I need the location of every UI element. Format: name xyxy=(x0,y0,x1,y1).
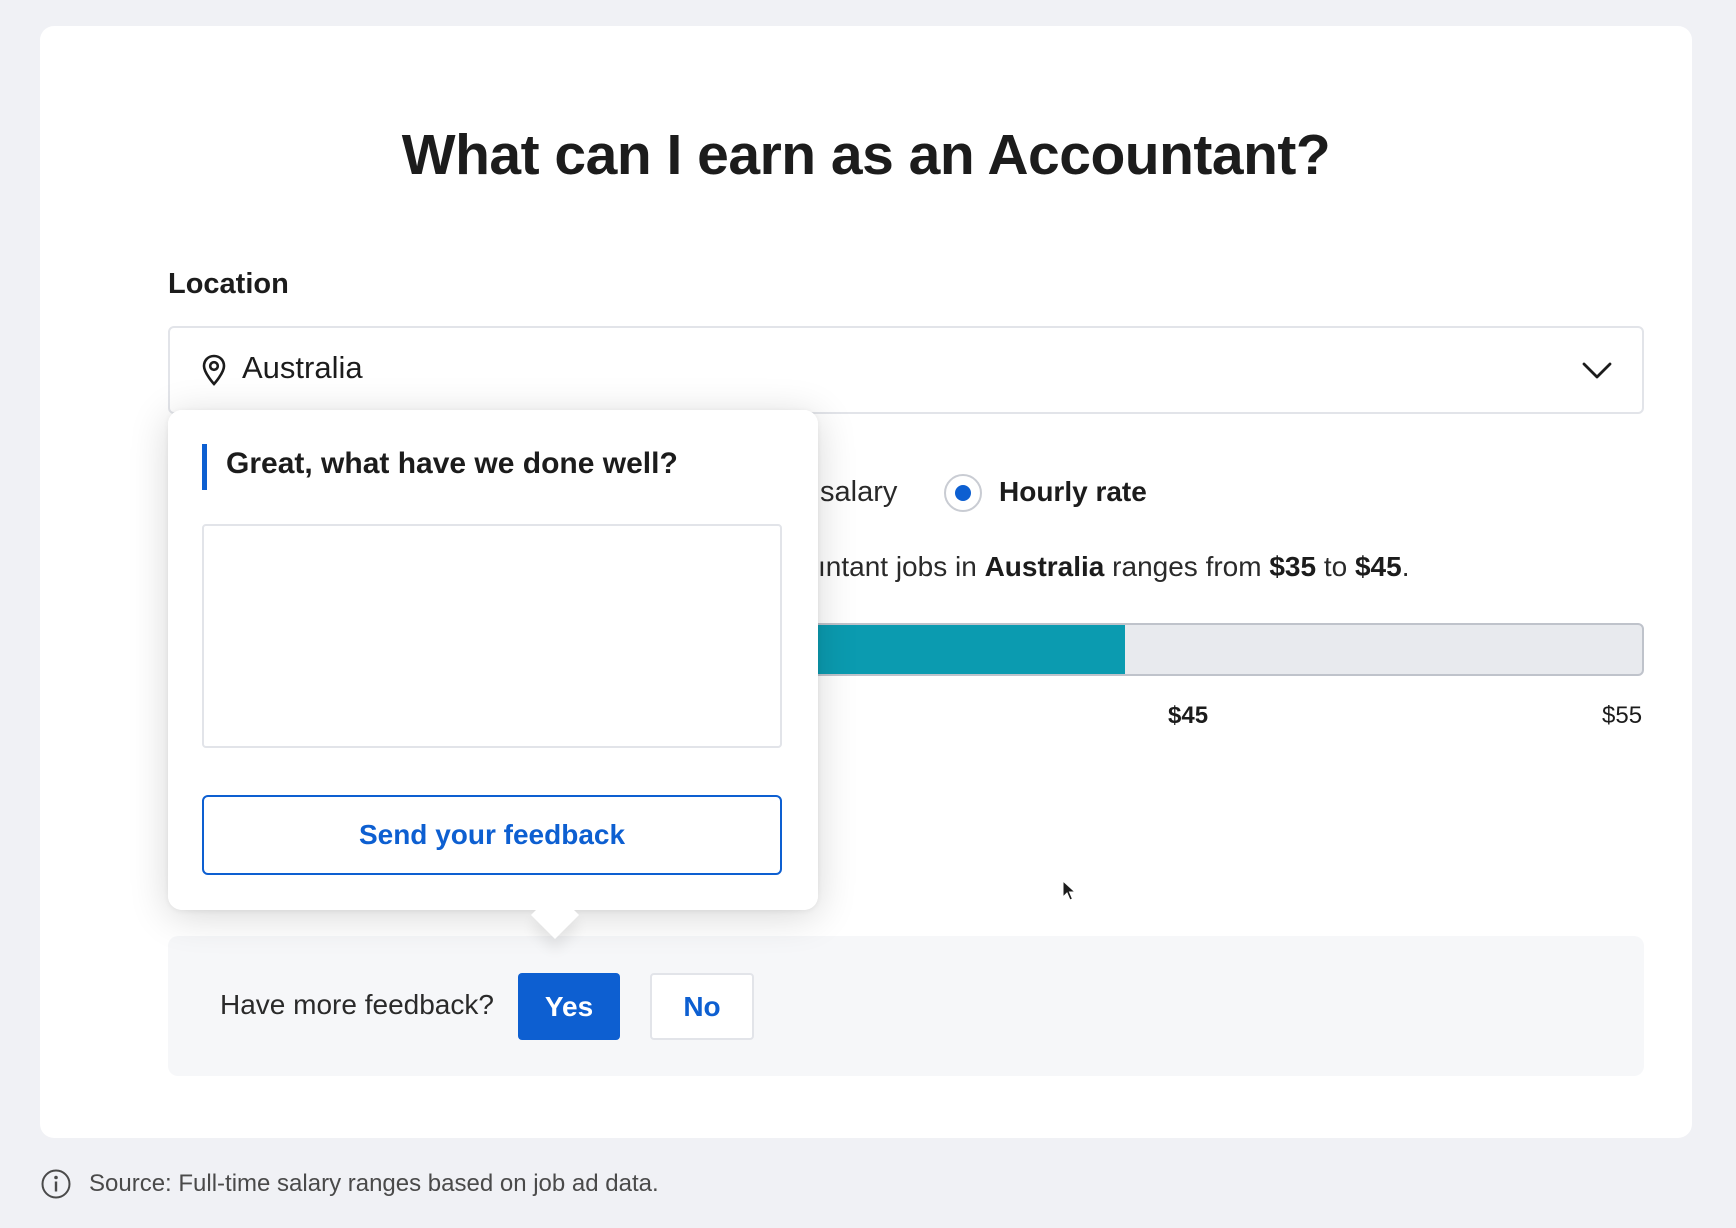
send-feedback-button[interactable]: Send your feedback xyxy=(202,795,782,875)
range-middle: ranges from xyxy=(1104,551,1270,582)
feedback-textarea[interactable] xyxy=(202,524,782,748)
radio-selected-dot xyxy=(955,485,971,501)
range-tick-label: $55 xyxy=(1602,702,1643,729)
info-icon xyxy=(41,1169,71,1199)
range-low: $35 xyxy=(1269,551,1317,582)
feedback-bar: Have more feedback? Yes No xyxy=(168,936,1644,1076)
location-value: Australia xyxy=(242,350,363,385)
location-select[interactable]: Australia xyxy=(168,326,1644,414)
source-text: Source: Full-time salary ranges based on… xyxy=(89,1170,659,1197)
no-button[interactable]: No xyxy=(650,973,754,1040)
salary-range-bar xyxy=(740,623,1644,676)
salary-option-label[interactable]: salary xyxy=(820,476,897,509)
range-location: Australia xyxy=(984,551,1105,582)
range-suffix: . xyxy=(1401,551,1410,582)
yes-button[interactable]: Yes xyxy=(518,973,620,1040)
chevron-down-icon xyxy=(1582,362,1612,379)
feedback-popover: Great, what have we done well? Send your… xyxy=(168,410,818,940)
feedback-question: Have more feedback? xyxy=(220,989,494,1020)
mouse-cursor-icon xyxy=(1062,880,1076,901)
range-high: $45 xyxy=(1354,551,1402,582)
range-sentence: ıntant jobs in Australia ranges from $35… xyxy=(818,551,1409,583)
salary-card: What can I earn as an Accountant? Locati… xyxy=(40,26,1692,1138)
range-prefix: ıntant jobs in xyxy=(818,551,985,582)
hourly-rate-label[interactable]: Hourly rate xyxy=(999,476,1147,508)
range-connector: to xyxy=(1316,551,1355,582)
range-tick-label: $45 xyxy=(1168,702,1209,729)
popover-accent-bar xyxy=(202,444,207,490)
hourly-rate-radio[interactable] xyxy=(944,474,982,512)
page-title: What can I earn as an Accountant? xyxy=(401,123,1331,187)
popover-title: Great, what have we done well? xyxy=(226,447,678,480)
location-pin-icon xyxy=(202,354,226,386)
location-label: Location xyxy=(168,268,289,300)
popover-body: Great, what have we done well? Send your… xyxy=(168,410,818,910)
